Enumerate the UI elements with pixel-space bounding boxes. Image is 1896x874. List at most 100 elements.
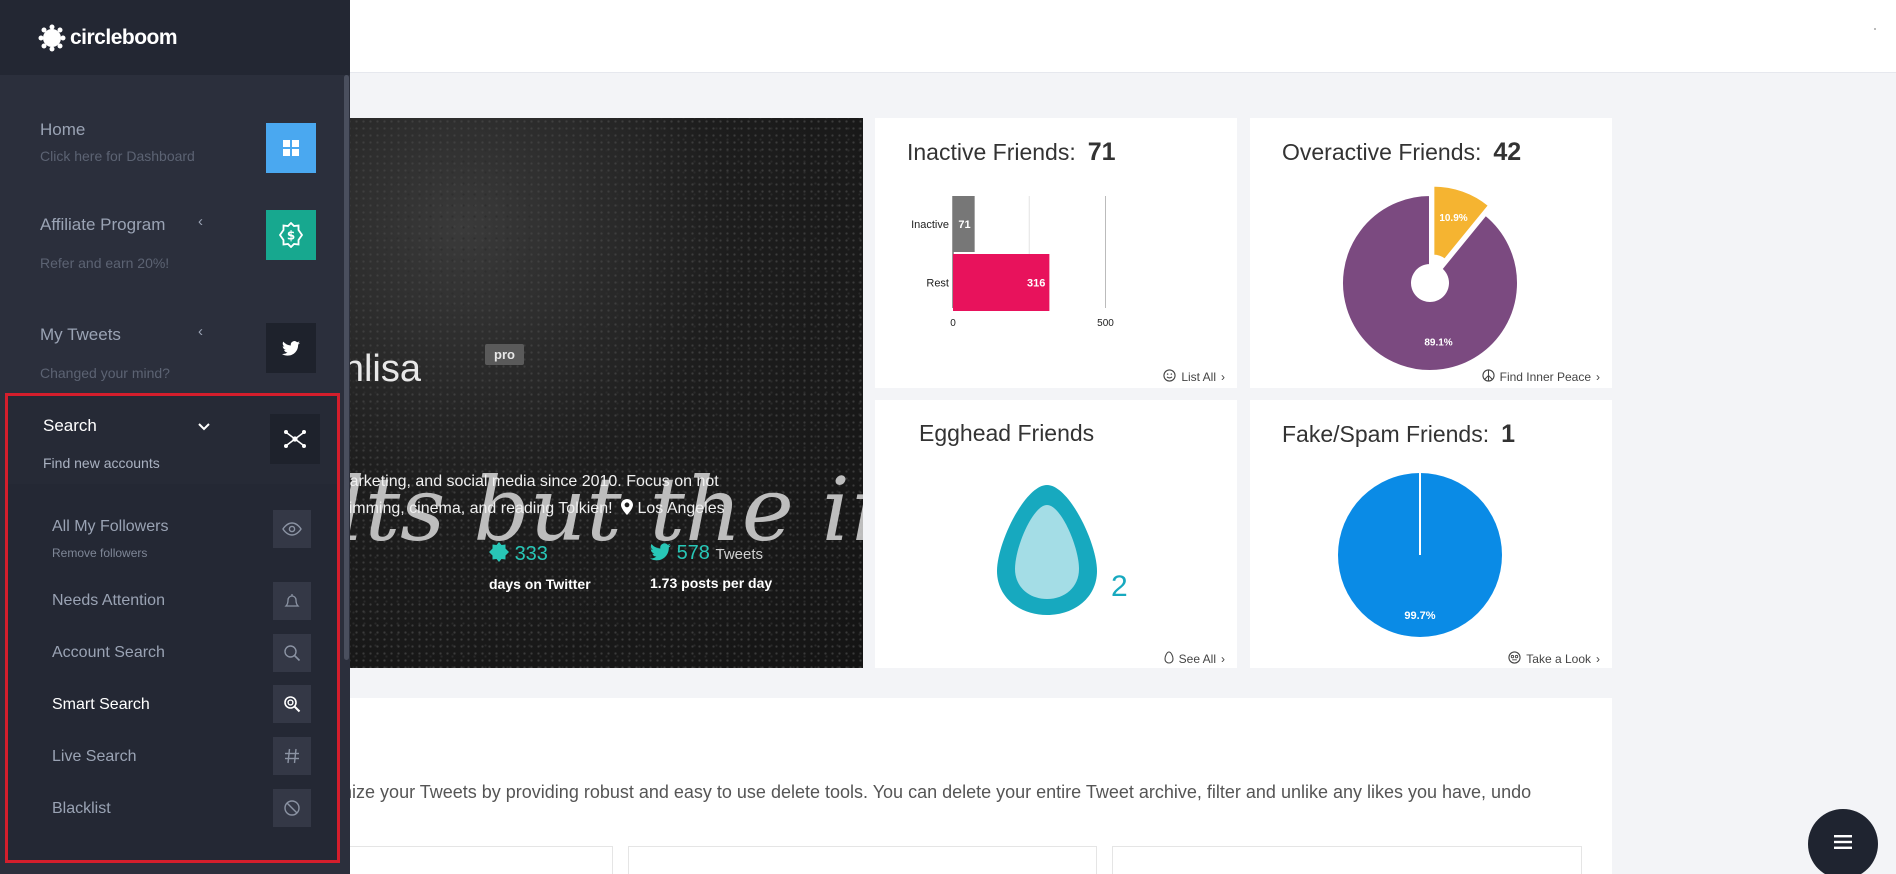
search-section-highlight: Search Find new accounts All My Follower… — [5, 393, 340, 863]
circleboom-logo-icon — [38, 24, 66, 52]
chevron-down-icon — [198, 418, 210, 436]
tool-card-3[interactable] — [1112, 846, 1582, 874]
tweets-label: 1.73 posts per day — [650, 575, 773, 591]
affiliate-label: Affiliate Program — [40, 215, 166, 234]
brand-name: circleboom — [70, 25, 178, 49]
fake-spam-pie-chart: 99.7% — [1338, 473, 1502, 637]
network-icon — [270, 414, 320, 464]
bar-category-label: Rest — [926, 278, 949, 290]
sidebar-item-affiliate[interactable]: Affiliate Program ‹ Refer and earn 20%! … — [0, 205, 340, 285]
needs-attention-label: Needs Attention — [52, 592, 165, 609]
search-subtitle: Find new accounts — [43, 455, 160, 471]
top-bar-dot — [1874, 28, 1876, 30]
tool-card-2[interactable] — [628, 846, 1097, 874]
sidebar-item-home[interactable]: Home Click here for Dashboard — [0, 110, 340, 190]
all-my-followers-label: All My Followers — [52, 518, 169, 535]
tweets-suffix: Tweets — [715, 546, 764, 563]
egghead-friends-card: Egghead Friends 2 See All › — [875, 400, 1237, 668]
bar-tick-label: 500 — [1097, 318, 1114, 329]
days-label: days on Twitter — [489, 576, 591, 592]
hashtag-icon — [273, 737, 311, 775]
grid-icon — [266, 123, 316, 173]
top-bar — [350, 0, 1896, 73]
sidebar: circleboom Home Click here for Dashboard… — [0, 0, 350, 874]
see-all-link[interactable]: See All › — [1164, 651, 1225, 667]
eye-icon — [273, 510, 311, 548]
submenu-item-all-my-followers[interactable]: All My Followers Remove followers — [8, 484, 337, 564]
chevron-left-icon: ‹ — [198, 323, 203, 340]
menu-button[interactable] — [1808, 809, 1878, 874]
inactive-count: 71 — [1087, 138, 1116, 166]
search-icon — [273, 634, 311, 672]
list-all-label: List All — [1181, 370, 1216, 384]
fake-count: 1 — [1501, 420, 1515, 448]
twitter-icon — [266, 323, 316, 373]
bar-value-label: 71 — [958, 219, 970, 231]
blacklist-label: Blacklist — [52, 800, 111, 817]
days-count: 333 — [514, 543, 548, 565]
find-inner-peace-link[interactable]: Find Inner Peace › — [1481, 369, 1600, 385]
bio-line-1: digital marketing, and social media sinc… — [290, 473, 719, 490]
overactive-friends-card: Overactive Friends: 42 10.9% 89.1% Find In… — [1250, 118, 1612, 388]
egg-outline-icon — [1164, 651, 1174, 667]
profile-bio: digital marketing, and social media sinc… — [290, 468, 850, 524]
bar-tick-label: 0 — [950, 318, 956, 329]
days-stat: 333 days on Twitter — [489, 542, 591, 592]
search-submenu: All My Followers Remove followers Needs … — [8, 484, 337, 860]
days-row: 333 — [489, 542, 591, 568]
take-a-look-label: Take a Look — [1526, 652, 1591, 666]
overactive-title-text: Overactive Friends: — [1282, 139, 1482, 165]
egghead-count: 2 — [1111, 570, 1128, 603]
chevron-right-icon: › — [1221, 370, 1225, 384]
inactive-friends-title: Inactive Friends: 71 — [907, 138, 1116, 167]
my-tweets-subtitle: Changed your mind? — [40, 365, 170, 381]
overactive-friends-title: Overactive Friends: 42 — [1282, 138, 1521, 167]
home-label: Home — [40, 120, 86, 139]
overactive-count: 42 — [1493, 138, 1522, 166]
submenu-item-account-search[interactable]: Account Search — [8, 634, 337, 678]
affiliate-subtitle: Refer and earn 20%! — [40, 255, 170, 271]
fake-spam-friends-card: Fake/Spam Friends: 1 99.7% Take a Look › — [1250, 400, 1612, 668]
tweets-row: 578 Tweets — [650, 542, 772, 567]
account-search-label: Account Search — [52, 644, 165, 661]
submenu-item-blacklist[interactable]: Blacklist — [8, 789, 337, 833]
peace-icon — [1481, 369, 1495, 385]
submenu-item-smart-search[interactable]: Smart Search — [8, 685, 337, 729]
take-a-look-link[interactable]: Take a Look › — [1508, 651, 1600, 667]
brand-logo[interactable]: circleboom — [0, 0, 350, 75]
sidebar-scrollbar[interactable] — [344, 75, 349, 660]
zoom-search-icon — [273, 685, 311, 723]
submenu-item-needs-attention[interactable]: Needs Attention — [8, 582, 337, 626]
smile-icon — [1163, 369, 1176, 385]
overactive-pie-chart: 10.9% 89.1% — [1341, 184, 1519, 372]
pie-slice-label: 89.1% — [1424, 338, 1452, 349]
inactive-bar-chart: Inactive 71 Rest 316 0 500 — [911, 196, 1114, 329]
inactive-friends-card: Inactive Friends: 71 Inactive 71 Rest 316 0 50… — [875, 118, 1237, 388]
pro-badge: pro — [485, 344, 524, 365]
sidebar-item-my-tweets[interactable]: My Tweets ‹ Changed your mind? — [0, 315, 340, 395]
location-pin-icon — [621, 497, 633, 524]
tweets-stat: 578 Tweets 1.73 posts per day — [650, 542, 772, 591]
sidebar-item-search[interactable]: Search Find new accounts — [8, 396, 337, 484]
bar-category-label: Inactive — [911, 219, 949, 231]
tweets-count: 578 — [676, 542, 710, 564]
pie-slice-label: 10.9% — [1439, 213, 1467, 224]
profile-card: ults but the inten bethlisa pro elly dig… — [290, 118, 863, 668]
egg-icon — [995, 483, 1099, 622]
see-all-label: See All — [1178, 652, 1216, 666]
all-my-followers-note: Remove followers — [52, 546, 148, 560]
bell-icon — [273, 582, 311, 620]
smart-search-label: Smart Search — [52, 696, 150, 713]
location-text: Los Angeles — [637, 500, 725, 517]
fake-title-text: Fake/Spam Friends: — [1282, 421, 1490, 447]
chevron-right-icon: › — [1596, 652, 1600, 666]
bar-value-label: 316 — [1027, 278, 1045, 290]
submenu-item-live-search[interactable]: Live Search — [8, 737, 337, 781]
list-all-link[interactable]: List All › — [1163, 369, 1225, 385]
dollar-badge-icon: $ — [266, 210, 316, 260]
chevron-right-icon: › — [1221, 652, 1225, 666]
mask-icon — [1508, 651, 1521, 667]
hamburger-icon — [1834, 834, 1852, 854]
inactive-title-text: Inactive Friends: — [907, 139, 1076, 165]
live-search-label: Live Search — [52, 748, 137, 765]
